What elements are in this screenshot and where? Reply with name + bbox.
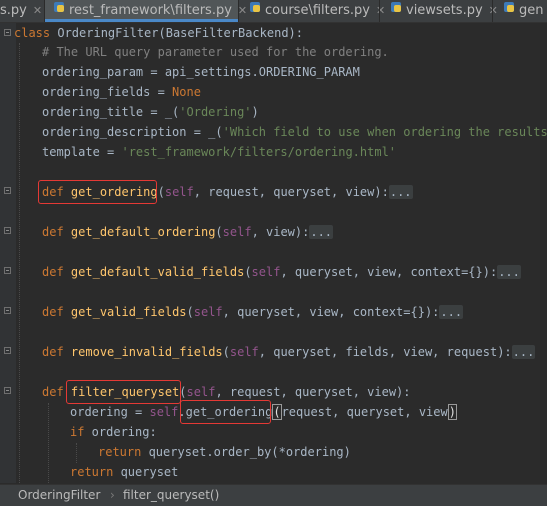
highlight-box-get-ordering-call	[180, 400, 271, 424]
tab-gen[interactable]: gen	[493, 0, 547, 22]
tab-viewsets[interactable]: viewsets.py ✕	[380, 0, 498, 22]
editor-tab-bar: s.py ✕ rest_framework\filters.py ✕ course\…	[0, 0, 547, 23]
breadcrumb-item-class[interactable]: OrderingFilter	[18, 485, 100, 506]
highlight-box-filter-queryset	[66, 380, 181, 404]
editor-gutter	[0, 23, 16, 483]
code-line: template = 'rest_framework/filters/order…	[42, 145, 397, 159]
code-line-get-valid-fields[interactable]: def get_valid_fields(self, queryset, vie…	[42, 302, 464, 322]
code-line: return queryset.order_by(*ordering)	[98, 445, 351, 459]
folded-ellipsis[interactable]: ...	[439, 305, 464, 319]
fold-marker-icon[interactable]	[4, 29, 11, 36]
code-line: ordering_fields = None	[42, 85, 201, 99]
fold-marker-icon[interactable]	[4, 187, 11, 194]
fold-marker-icon[interactable]	[4, 347, 11, 354]
folded-ellipsis[interactable]: ...	[511, 345, 536, 359]
code-line: ordering_param = api_settings.ORDERING_P…	[42, 65, 360, 79]
indent-guide	[76, 443, 77, 463]
folded-ellipsis[interactable]: ...	[497, 265, 521, 279]
fold-marker-icon[interactable]	[4, 267, 11, 274]
code-line: ordering_description = _('Which field to…	[42, 125, 547, 139]
fold-marker-icon[interactable]	[4, 227, 11, 234]
tab-s-py[interactable]: s.py ✕	[0, 0, 44, 22]
indent-guide	[19, 43, 20, 483]
tab-label: viewsets.py	[406, 3, 483, 18]
python-file-icon	[503, 0, 515, 20]
code-line-get-default-ordering[interactable]: def get_default_ordering(self, view):...	[42, 222, 334, 242]
code-line-get-default-valid-fields[interactable]: def get_default_valid_fields(self, query…	[42, 262, 521, 282]
breadcrumb-separator-icon: ›	[110, 488, 115, 502]
breadcrumb-item-method[interactable]: filter_queryset()	[123, 485, 219, 506]
code-editor[interactable]: class OrderingFilter(BaseFilterBackend):…	[0, 23, 547, 483]
code-line: class OrderingFilter(BaseFilterBackend):	[14, 26, 303, 40]
breadcrumb: OrderingFilter › filter_queryset()	[0, 484, 547, 506]
tab-course-filters[interactable]: course\filters.py ✕	[239, 0, 385, 22]
code-line: # The URL query parameter used for the o…	[42, 45, 389, 59]
code-line: return queryset	[70, 465, 179, 479]
code-line-remove-invalid-fields[interactable]: def remove_invalid_fields(self, queryset…	[42, 342, 536, 362]
folded-ellipsis[interactable]: ...	[388, 185, 413, 199]
tab-label: s.py	[0, 3, 27, 18]
python-file-icon	[53, 0, 65, 20]
fold-marker-icon[interactable]	[4, 387, 11, 394]
tab-rest-framework-filters[interactable]: rest_framework\filters.py ✕	[45, 0, 247, 22]
tab-label: gen	[519, 3, 544, 18]
fold-marker-icon[interactable]	[4, 307, 11, 314]
python-file-icon	[249, 0, 261, 20]
folded-ellipsis[interactable]: ...	[309, 225, 334, 239]
tab-label: rest_framework\filters.py	[69, 3, 232, 18]
code-line: ordering_title = _('Ordering')	[42, 105, 259, 119]
code-line: if ordering:	[70, 425, 157, 439]
tab-label: course\filters.py	[265, 3, 370, 18]
indent-guide	[48, 403, 49, 483]
close-icon[interactable]: ✕	[33, 0, 42, 21]
highlight-box-def-get-ordering	[38, 180, 157, 204]
python-file-icon	[390, 0, 402, 20]
